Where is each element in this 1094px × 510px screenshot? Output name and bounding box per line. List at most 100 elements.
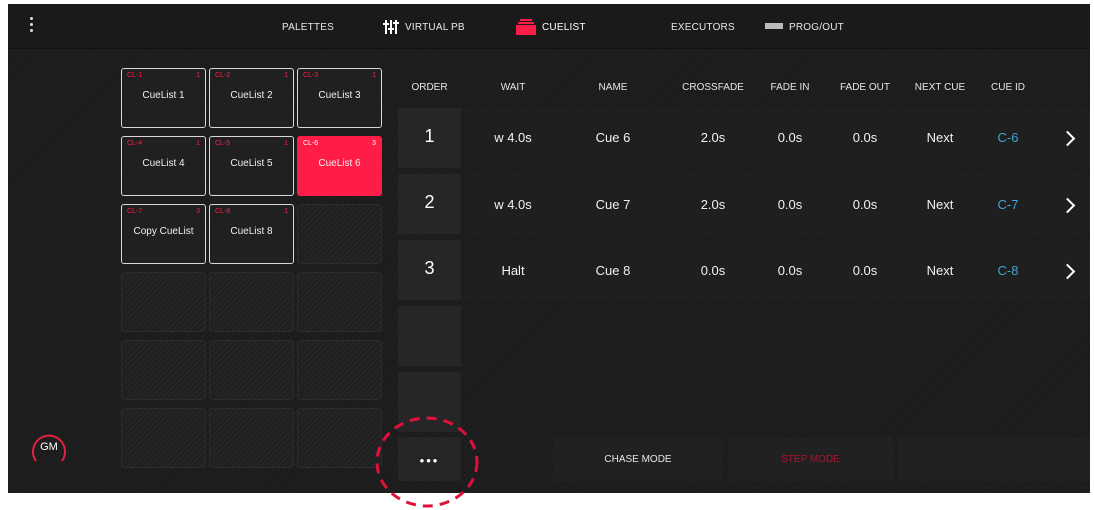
order-cell-empty[interactable] [398,306,461,366]
pool-tile-id: CL-3 [303,72,319,79]
step-mode-label: STEP MODE [781,454,840,465]
pool-tile-cuelist-3[interactable]: CL-3 1 CueList 3 [297,68,382,128]
pool-tile-id: CL-2 [215,72,231,79]
pool-tile-name: CueList 3 [318,90,361,101]
step-mode-button[interactable]: STEP MODE [728,437,893,481]
cell-wait[interactable]: Halt [483,263,543,278]
pool-tile-empty[interactable] [297,204,382,264]
nav-prog-out[interactable]: PROG/OUT [765,17,844,37]
pool-tile-empty[interactable] [209,408,294,468]
order-cell[interactable]: 1 [398,108,461,168]
pool-tile-count: 3 [372,140,376,147]
prog-out-icon [765,22,783,33]
order-cell-empty[interactable] [398,372,461,432]
cuelist-icon [516,19,536,35]
nav-virtual-pb[interactable]: VIRTUAL PB [383,17,465,37]
pool-tile-empty[interactable] [297,408,382,468]
pool-tile-empty[interactable] [297,340,382,400]
cell-name[interactable]: Cue 6 [583,130,643,145]
header-next-cue: NEXT CUE [914,82,966,93]
cell-crossfade[interactable]: 0.0s [673,263,753,278]
pool-tile-empty[interactable] [209,272,294,332]
pool-tile-count: 1 [284,140,288,147]
header-wait: WAIT [500,82,526,93]
pool-tile-name: CueList 6 [318,158,361,169]
sliders-icon [383,19,399,35]
cell-name[interactable]: Cue 7 [583,197,643,212]
nav-executors-label: EXECUTORS [671,21,735,33]
cell-name[interactable]: Cue 8 [583,263,643,278]
pool-tile-cuelist-7[interactable]: CL-7 3 Copy CueList [121,204,206,264]
cell-fade-in[interactable]: 0.0s [760,197,820,212]
cell-crossfade[interactable]: 2.0s [673,130,753,145]
order-cell[interactable]: 2 [398,174,461,234]
more-dots-icon: ••• [419,453,440,468]
header-fade-in: FADE IN [770,82,810,93]
header-order: ORDER [411,82,448,93]
more-options-button[interactable]: ••• [398,437,461,481]
pool-tile-cuelist-4[interactable]: CL-4 1 CueList 4 [121,136,206,196]
pool-tile-id: CL-6 [303,140,319,147]
order-number: 1 [424,126,435,146]
bottom-bar-empty-slot [898,437,1090,481]
pool-tile-id: CL-1 [127,72,143,79]
cell-fade-in[interactable]: 0.0s [760,130,820,145]
cell-next-cue[interactable]: Next [905,197,975,212]
pool-tile-name: CueList 4 [142,158,185,169]
pool-tile-id: CL-8 [215,208,231,215]
cell-fade-out[interactable]: 0.0s [830,130,900,145]
cell-fade-in[interactable]: 0.0s [760,263,820,278]
nav-executors[interactable]: EXECUTORS [645,17,735,37]
pool-tile-id: CL-5 [215,140,231,147]
cell-crossfade[interactable]: 2.0s [673,197,753,212]
pool-tile-name: CueList 5 [230,158,273,169]
pool-tile-count: 1 [372,72,376,79]
cell-next-cue[interactable]: Next [905,263,975,278]
cell-fade-out[interactable]: 0.0s [830,263,900,278]
header-crossfade: CROSSFADE [682,82,744,93]
nav-palettes[interactable]: PALETTES [258,17,334,37]
pool-tile-empty[interactable] [297,272,382,332]
grand-master-knob[interactable]: GM [28,428,70,470]
app-window: PALETTES VIRTUAL PB CUELIST EXECUTORS PR… [8,4,1090,493]
pool-tile-count: 3 [196,208,200,215]
pool-tile-cuelist-6[interactable]: CL-6 3 CueList 6 [297,136,382,196]
nav-virtual-pb-label: VIRTUAL PB [405,21,465,33]
pool-tile-name: Copy CueList [133,226,194,237]
nav-prog-out-label: PROG/OUT [789,21,844,33]
pool-tile-id: CL-4 [127,140,143,147]
cell-fade-out[interactable]: 0.0s [830,197,900,212]
header-fade-out: FADE OUT [839,82,890,93]
pool-tile-name: CueList 2 [230,90,273,101]
nav-cuelist[interactable]: CUELIST [516,17,586,37]
vertical-dots-icon[interactable] [24,14,38,36]
pool-tile-cuelist-8[interactable]: CL-8 1 CueList 8 [209,204,294,264]
pool-tile-count: 1 [196,72,200,79]
cell-wait[interactable]: w 4.0s [483,130,543,145]
pool-tile-id: CL-7 [127,208,143,215]
order-number: 3 [424,258,435,278]
nav-palettes-label: PALETTES [282,21,334,33]
pool-tile-empty[interactable] [209,340,294,400]
pool-tile-cuelist-5[interactable]: CL-5 1 CueList 5 [209,136,294,196]
top-bar: PALETTES VIRTUAL PB CUELIST EXECUTORS PR… [8,4,1090,49]
order-number: 2 [424,192,435,212]
pool-tile-name: CueList 1 [142,90,185,101]
chase-mode-button[interactable]: CHASE MODE [553,437,723,481]
cell-next-cue[interactable]: Next [905,130,975,145]
pool-tile-empty[interactable] [121,272,206,332]
cell-wait[interactable]: w 4.0s [483,197,543,212]
header-cue-id: CUE ID [991,82,1025,93]
cell-cue-id[interactable]: C-8 [978,263,1038,278]
pool-tile-empty[interactable] [121,408,206,468]
pool-tile-count: 1 [284,72,288,79]
nav-cuelist-label: CUELIST [542,21,586,33]
pool-tile-cuelist-2[interactable]: CL-2 1 CueList 2 [209,68,294,128]
order-cell[interactable]: 3 [398,240,461,300]
pool-tile-count: 1 [284,208,288,215]
cell-cue-id[interactable]: C-7 [978,197,1038,212]
cell-cue-id[interactable]: C-6 [978,130,1038,145]
pool-tile-cuelist-1[interactable]: CL-1 1 CueList 1 [121,68,206,128]
pool-tile-empty[interactable] [121,340,206,400]
chase-mode-label: CHASE MODE [604,454,672,465]
